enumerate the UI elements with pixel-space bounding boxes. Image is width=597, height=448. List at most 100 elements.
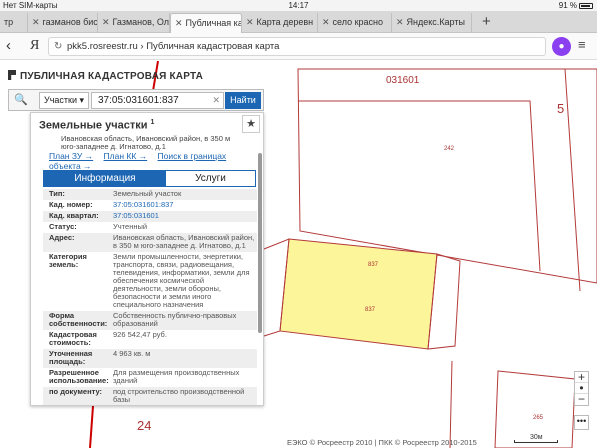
row-key: Кадастровая стоимость: (49, 330, 97, 347)
table-row: Форма собственности: Собственность публич… (43, 311, 257, 330)
browser-tab-bar: тр ✕ газманов бис ✕ Газманов, Оле ✕ Публичн… (0, 11, 597, 33)
url-host: pkk5.rosreestr.ru (67, 41, 138, 52)
close-icon[interactable]: ✕ (322, 17, 330, 27)
url-separator: › (137, 41, 147, 52)
row-value: Ивановская область, Ивановский район, в … (113, 233, 255, 250)
find-button[interactable]: Найти (225, 92, 261, 109)
search-input[interactable]: 37:05:031601:837 ✕ (91, 92, 224, 109)
rosreestr-logo-icon (8, 70, 16, 80)
browser-tab[interactable]: тр (0, 13, 28, 33)
table-row: Кад. номер: 37:05:031601:837 (43, 200, 257, 211)
table-row: Уточненная площадь: 4 963 кв. м (43, 349, 257, 368)
row-key: Разрешенное использование: (49, 368, 109, 385)
block-label: 031601 (386, 75, 420, 86)
panel-links: План ЗУ → План КК → Поиск в границах объ… (49, 151, 259, 171)
new-tab-button[interactable]: + (482, 12, 491, 32)
parcel-border (564, 68, 581, 292)
row-value: Собственность публично-правовых образова… (113, 311, 237, 328)
battery-icon (579, 2, 593, 9)
tab-label: Яндекс.Карты (406, 17, 465, 27)
row-key: Кад. квартал: (49, 211, 99, 220)
tab-services[interactable]: Услуги (166, 171, 255, 186)
close-icon[interactable]: ✕ (32, 17, 40, 27)
parcel-number-label: 265 (533, 415, 544, 421)
row-value: 4 963 кв. м (113, 349, 151, 358)
refresh-icon[interactable]: ↻ (54, 38, 62, 55)
address-bar: ‹ Я ↻ pkk5.rosreestr.ru › Публичная када… (0, 33, 597, 60)
panel-tabs: Информация Услуги (43, 170, 256, 187)
plan-kk-link[interactable]: План КК → (104, 151, 148, 161)
quarter-number-label: 24 (137, 418, 152, 433)
row-value: Земельный участок (113, 189, 182, 198)
row-value: 926 542,47 руб. (113, 330, 167, 339)
row-value: Для размещения производственных зданий (113, 368, 240, 385)
browser-tab[interactable]: ✕ Яндекс.Карты (392, 13, 472, 33)
close-icon[interactable]: ✕ (175, 18, 183, 28)
tab-info[interactable]: Информация (44, 171, 166, 186)
app-title-text: ПУБЛИЧНАЯ КАДАСТРОВАЯ КАРТА (20, 71, 204, 82)
cadastral-quarter-link[interactable]: 37:05:031601 (113, 212, 257, 220)
row-key: Адрес: (49, 233, 75, 242)
table-row: Категория земель: Земли промышленности, э… (43, 252, 257, 311)
back-arrow-icon[interactable]: ‹ (6, 37, 11, 54)
search-query: 37:05:031601:837 (98, 95, 179, 106)
search-type-select[interactable]: Участки ▾ (39, 92, 89, 109)
table-row: по документу: под строительство производс… (43, 387, 257, 405)
search-icon[interactable]: 🔍 (11, 92, 31, 109)
zoom-out-button[interactable]: − (575, 393, 588, 405)
more-tools-button[interactable]: ••• (574, 415, 589, 430)
scale-bar (514, 440, 558, 443)
url-page-title: Публичная кадастровая карта (146, 41, 280, 52)
row-key: Форма собственности: (49, 311, 108, 328)
close-icon[interactable]: ✕ (102, 17, 110, 27)
parcel-border (449, 360, 453, 448)
browser-tab[interactable]: ✕ село красно (318, 13, 392, 33)
parcel-address-summary: Ивановская область, Ивановский район, в … (61, 134, 231, 151)
plan-zu-link[interactable]: План ЗУ → (49, 151, 93, 161)
search-type-value: Участки (44, 95, 77, 105)
menu-icon[interactable]: ≡ (578, 37, 586, 52)
result-count: 1 (150, 119, 155, 126)
quarter-number-label: 5 (557, 101, 565, 116)
row-value: Учтенный (113, 222, 148, 231)
row-key: Уточненная площадь: (49, 349, 93, 366)
row-value: Земли промышленности, энергетики, трансп… (113, 252, 250, 309)
attribute-table: Тип: Земельный участок Кад. номер: 37:05:0… (43, 189, 257, 405)
app-title: ПУБЛИЧНАЯ КАДАСТРОВАЯ КАРТА (8, 70, 203, 82)
close-icon[interactable]: ✕ (246, 17, 254, 27)
parcel-837-selected[interactable] (279, 238, 438, 350)
table-row: Кадастровая стоимость: 926 542,47 руб. (43, 330, 257, 349)
clock: 14:17 (288, 1, 309, 10)
battery-percent: 91 % (558, 1, 577, 10)
table-row: Разрешенное использование: Для размещения… (43, 368, 257, 387)
tab-label: тр (4, 17, 14, 27)
tab-label: Публичная кад (185, 18, 242, 28)
row-key: Статус: (49, 222, 77, 231)
star-icon[interactable]: ★ (242, 115, 260, 133)
tab-label: село красно (332, 17, 384, 27)
browser-tab[interactable]: ✕ Карта деревн (242, 13, 318, 33)
copyright: ЕЭКО © Росреестр 2010 | ПКК © Росреестр … (287, 438, 477, 447)
parcel-number-label: 242 (444, 146, 455, 152)
table-row: Адрес: Ивановская область, Ивановский рай… (43, 233, 257, 252)
panel-title: Земельные участки 1 (39, 119, 154, 132)
table-row: Кад. квартал: 37:05:031601 (43, 211, 257, 222)
table-row: Статус: Учтенный (43, 222, 257, 233)
browser-tab[interactable]: ✕ Газманов, Оле (98, 13, 170, 33)
tab-label: Газманов, Оле (112, 17, 170, 27)
cadastral-number-link[interactable]: 37:05:031601:837 (113, 201, 257, 209)
browser-tab[interactable]: ✕ газманов бис (28, 13, 98, 33)
tab-label: газманов бис (42, 17, 98, 27)
panel-scrollbar[interactable] (258, 153, 262, 333)
parcel-info-panel: Земельные участки 1 ★ Ивановская область… (30, 112, 264, 406)
row-value: под строительство производственной базы (113, 387, 245, 404)
microphone-icon[interactable]: ● (552, 37, 571, 56)
row-key: Тип: (49, 189, 65, 198)
url-field[interactable]: ↻ pkk5.rosreestr.ru › Публичная кадастро… (48, 37, 546, 56)
clear-icon[interactable]: ✕ (212, 93, 220, 108)
close-icon[interactable]: ✕ (396, 17, 404, 27)
panel-title-text: Земельные участки (39, 119, 148, 132)
row-key: по документу: (49, 387, 103, 396)
browser-tab-active[interactable]: ✕ Публичная кад (170, 13, 242, 33)
yandex-logo-icon[interactable]: Я (30, 38, 39, 54)
